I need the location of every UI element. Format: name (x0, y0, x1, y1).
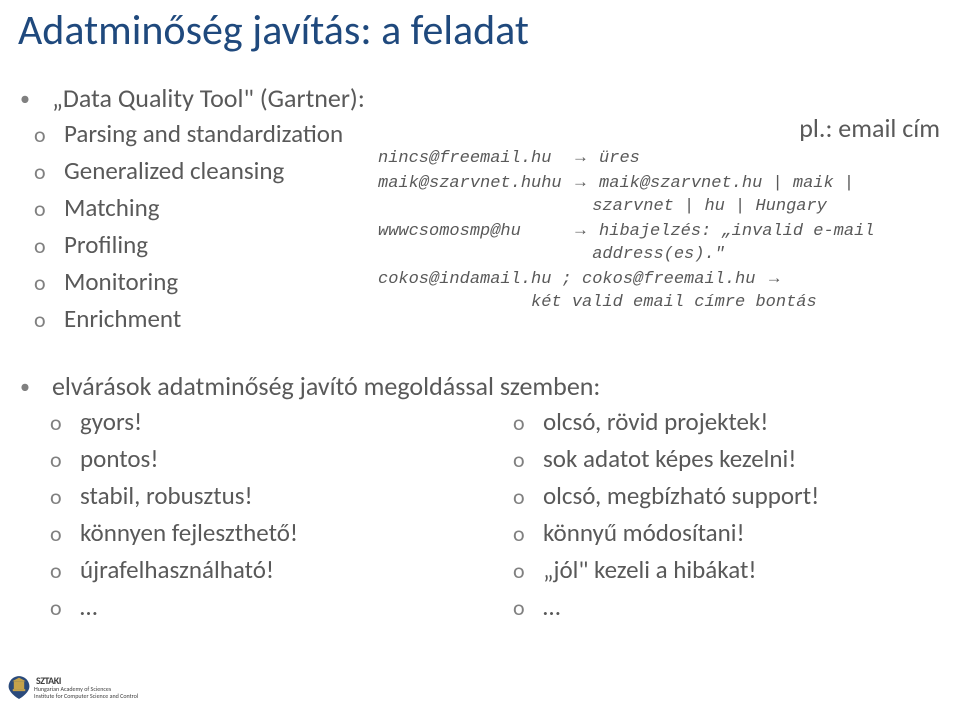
sub-item-label: … (80, 589, 97, 624)
bullet-icon (18, 82, 52, 116)
sub-bullet-icon: o (50, 520, 80, 549)
sub-item-label: „jól" kezeli a hibákat! (543, 552, 756, 587)
sub-bullet-icon: o (34, 158, 64, 187)
arrow-icon: → (572, 172, 589, 191)
sub-item-label: olcsó, megbízható support! (543, 478, 819, 513)
sub-item-label: gyors! (80, 404, 142, 439)
arrow-icon: → (572, 220, 589, 239)
code-text: üres (589, 149, 640, 168)
sub-item-label: pontos! (80, 441, 158, 476)
sub-item: opontos! (50, 441, 497, 476)
sub-bullet-icon: o (34, 195, 64, 224)
sub-bullet-icon: o (34, 306, 64, 335)
sub-item-label: Matching (64, 190, 160, 225)
sub-item-label: olcsó, rövid projektek! (543, 404, 768, 439)
sub-item-label: … (543, 589, 560, 624)
sub-item: oolcsó, rövid projektek! (513, 404, 960, 439)
footer-logo-text: SZTAKI Hungarian Academy of Sciences Ins… (34, 675, 138, 699)
sub-item-label: Parsing and standardization (64, 116, 343, 151)
sub-bullet-icon: o (513, 409, 543, 438)
sub-item-label: könnyen fejleszthető! (80, 515, 298, 550)
code-text: szarvnet | hu | Hungary (378, 197, 827, 216)
sub-bullet-icon: o (34, 232, 64, 261)
sub-bullet-icon: o (513, 594, 543, 623)
sub-item-label: Enrichment (64, 301, 181, 336)
example-code: nincs@freemail.hu → üres maik@szarvnet.h… (378, 146, 948, 315)
sub-bullet-icon: o (34, 121, 64, 150)
sub-item-label: Monitoring (64, 264, 178, 299)
sub-bullet-icon: o (50, 557, 80, 586)
mta-logo-icon (6, 674, 32, 700)
sub-bullet-icon: o (513, 446, 543, 475)
sub-bullet-icon: o (513, 557, 543, 586)
footer-line-2: Institute for Computer Science and Contr… (34, 692, 138, 700)
example-heading: pl.: email cím (799, 112, 940, 144)
left-column: ogyors! opontos! ostabil, robusztus! okö… (34, 404, 497, 626)
sub-bullet-icon: o (513, 483, 543, 512)
bullet-lead-2: elvárások adatminőség javító megoldással… (18, 370, 960, 404)
code-text: két valid email címre bontás (378, 293, 817, 312)
sub-bullet-icon: o (50, 446, 80, 475)
code-text: hibajelzés: „invalid e-mail (589, 222, 875, 241)
sub-item-label: Generalized cleansing (64, 153, 284, 188)
sub-item-label: sok adatot képes kezelni! (543, 441, 796, 476)
sub-bullet-icon: o (513, 520, 543, 549)
sub-bullet-icon: o (50, 594, 80, 623)
bullet-icon (18, 370, 52, 404)
sub-item: okönnyen fejleszthető! (50, 515, 497, 550)
code-text: wwwcsomosmp@hu (378, 222, 572, 241)
sub-item: okönnyű módosítani! (513, 515, 960, 550)
sub-item: o… (513, 589, 960, 624)
code-text: maik@szarvnet.huhu (378, 174, 572, 193)
sub-bullet-icon: o (34, 269, 64, 298)
slide-title: Adatminőség javítás: a feladat (0, 0, 960, 54)
sub-item: oújrafelhasználható! (50, 552, 497, 587)
top-block: „Data Quality Tool" (Gartner): oParsing … (0, 54, 960, 336)
code-text: cokos@indamail.hu ; cokos@freemail.hu (378, 270, 766, 289)
code-text: maik@szarvnet.hu | maik | (589, 174, 854, 193)
sub-item: o… (50, 589, 497, 624)
sub-item: ogyors! (50, 404, 497, 439)
sub-item-label: könnyű módosítani! (543, 515, 745, 550)
sub-item: ostabil, robusztus! (50, 478, 497, 513)
sub-item-label: stabil, robusztus! (80, 478, 253, 513)
arrow-icon: → (572, 147, 589, 166)
two-column-list: ogyors! opontos! ostabil, robusztus! okö… (18, 404, 960, 626)
lead-text-2: elvárások adatminőség javító megoldással… (52, 370, 600, 402)
sub-bullet-icon: o (50, 483, 80, 512)
arrow-icon: → (766, 268, 783, 287)
sub-bullet-icon: o (50, 409, 80, 438)
sub-item-label: Profiling (64, 227, 148, 262)
code-text: nincs@freemail.hu (378, 149, 572, 168)
sub-item-label: újrafelhasználható! (80, 552, 274, 587)
sub-item: o„jól" kezeli a hibákat! (513, 552, 960, 587)
sub-item: osok adatot képes kezelni! (513, 441, 960, 476)
code-text: address(es)." (378, 245, 725, 264)
bullet-lead-1: „Data Quality Tool" (Gartner): (18, 82, 960, 116)
sub-item: oolcsó, megbízható support! (513, 478, 960, 513)
lead-text-1: „Data Quality Tool" (Gartner): (52, 82, 365, 114)
footer-logo-block: SZTAKI Hungarian Academy of Sciences Ins… (6, 674, 138, 700)
right-column: oolcsó, rövid projektek! osok adatot kép… (497, 404, 960, 626)
bottom-block: elvárások adatminőség javító megoldással… (0, 338, 960, 626)
